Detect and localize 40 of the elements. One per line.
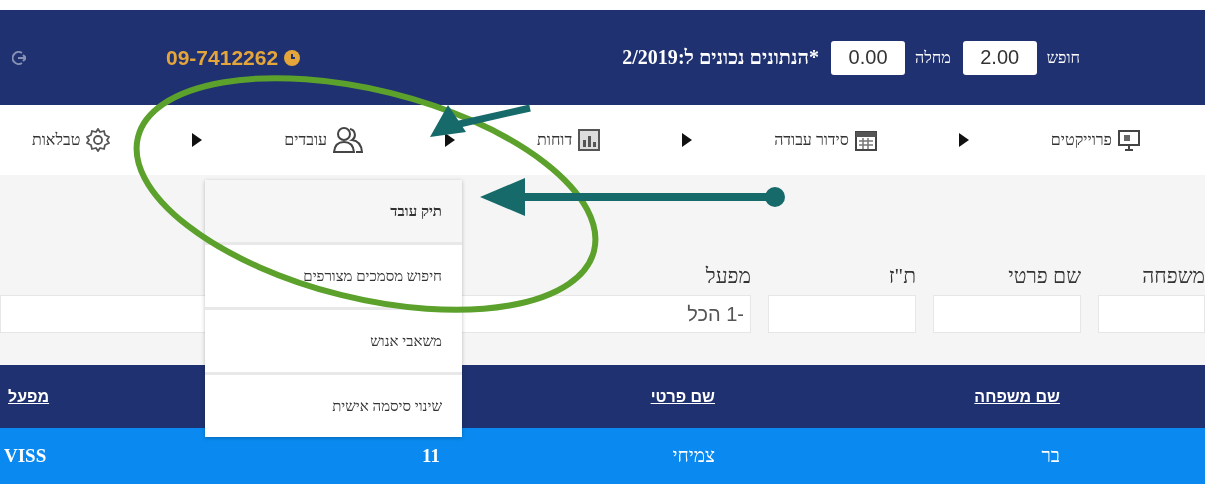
table-cell-text: בר: [1040, 445, 1060, 467]
input-field[interactable]: [768, 295, 916, 333]
column-header[interactable]: מפעל: [8, 387, 50, 406]
table-cell: VISS: [4, 445, 47, 467]
people-icon: [333, 126, 364, 154]
menu-item[interactable]: משאבי אנוש: [205, 310, 462, 372]
column-header[interactable]: שם משפחה: [974, 387, 1060, 406]
menu-item[interactable]: חיפוש מסמכים מצורפים: [205, 245, 462, 307]
filter-label: משפחה: [1142, 264, 1205, 289]
projector-icon: [1118, 129, 1140, 151]
caret-icon: [445, 133, 456, 147]
calendar-icon: [854, 129, 877, 151]
filter-label: מפעל: [705, 264, 751, 289]
menu-item[interactable]: תיק עובד: [205, 180, 462, 242]
report-icon: [578, 129, 601, 151]
field-label: מחלה: [915, 48, 951, 67]
input-field[interactable]: 0.00: [831, 40, 906, 75]
caret-icon: [958, 133, 969, 147]
logout-icon[interactable]: [12, 49, 26, 66]
nav-menu-item[interactable]: פרוייקטים: [1050, 129, 1140, 151]
nav-menu-item[interactable]: דוחות: [537, 129, 601, 151]
column-header[interactable]: שם פרטי: [650, 387, 715, 406]
menu-item[interactable]: שינוי סיסמה אישית: [205, 375, 462, 437]
input-field[interactable]: 2.00: [962, 40, 1037, 75]
caret-icon: [682, 133, 693, 147]
phone-number: 09-7412262: [166, 45, 279, 70]
data-date-note: *הנתונים נכונים ל:2/2019: [622, 46, 820, 69]
input-field[interactable]: [1098, 295, 1205, 333]
table-cell-text: צמיחי: [671, 445, 715, 467]
nav-menu-item[interactable]: סידור עבודה: [774, 129, 877, 151]
table-cell-text: 11: [421, 445, 440, 467]
input-field[interactable]: [933, 295, 1081, 333]
nav-menu-item[interactable]: עובדים: [284, 126, 364, 154]
field-label: חופש: [1046, 48, 1080, 67]
caret-icon: [192, 133, 203, 147]
filter-label: ת"ז: [888, 264, 916, 289]
nav-menu-item[interactable]: טבלאות: [32, 128, 111, 152]
clock-icon: [284, 49, 301, 66]
gear-icon: [86, 128, 111, 152]
filter-label: שם פרטי: [1008, 264, 1081, 289]
